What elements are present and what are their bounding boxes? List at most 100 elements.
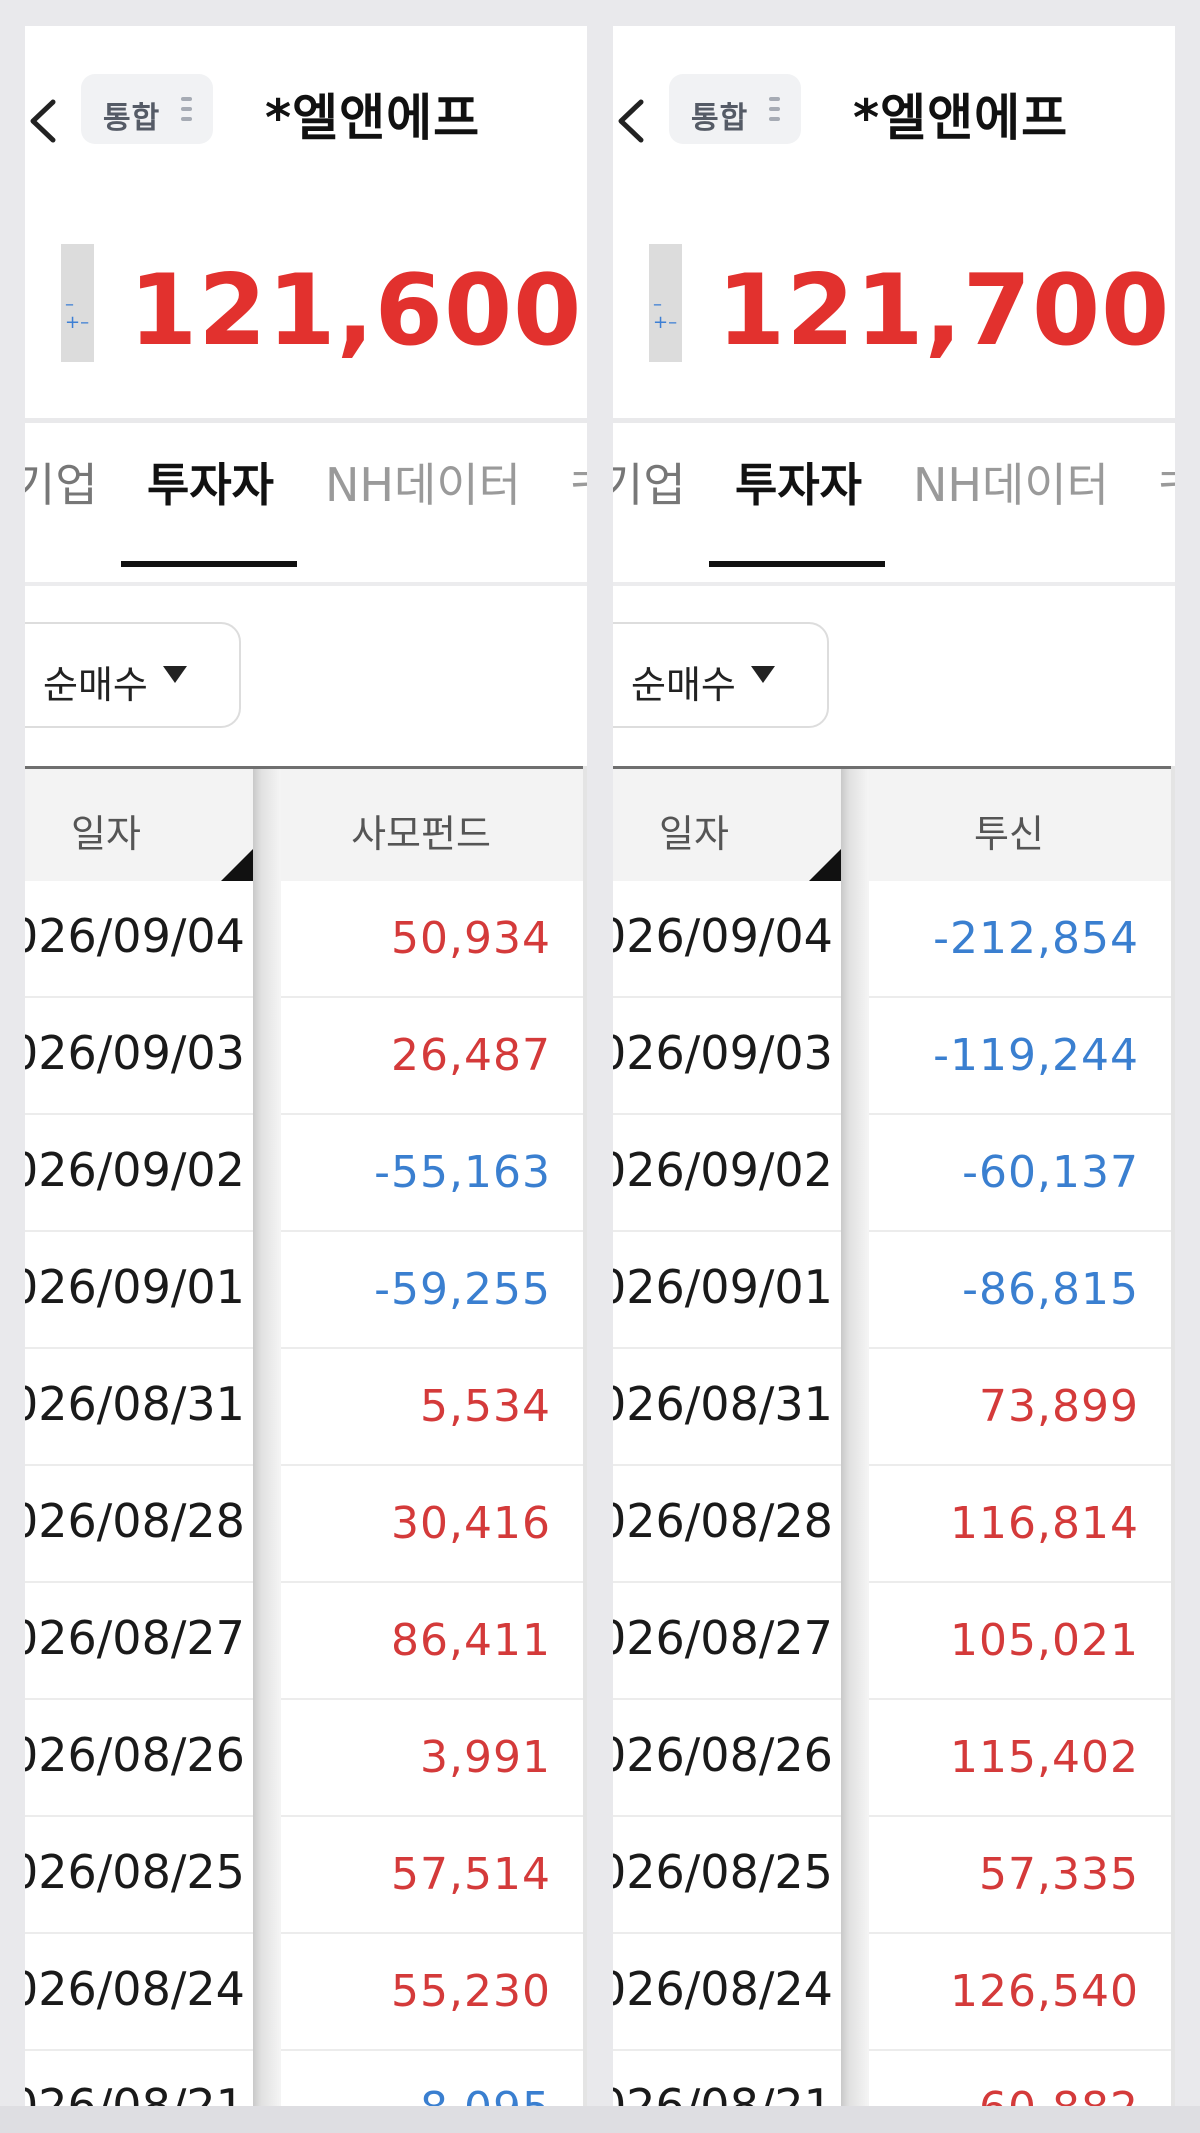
divider — [25, 418, 587, 423]
value-column-header[interactable]: 투신 — [869, 769, 1175, 881]
market-tag-button[interactable]: 통합 — [669, 74, 801, 144]
table-row[interactable]: 026/08/27 105,021 — [613, 1583, 1175, 1700]
date-column-header[interactable]: 일자 — [25, 769, 253, 881]
row-date: 026/09/03 — [613, 1026, 833, 1080]
stock-title: *엘앤에프 — [265, 89, 481, 147]
table-row[interactable]: 026/08/21 60,882 — [613, 2051, 1175, 2106]
stock-title: *엘앤에프 — [853, 89, 1069, 147]
tab-next[interactable]: ㅋ — [1153, 462, 1175, 508]
investor-table: 일자 사모펀드 026/09/04 50,934 026/09/03 26,487 02… — [25, 766, 587, 2106]
dropdown-label: 순매수 — [631, 663, 736, 707]
table-row[interactable]: 026/08/31 5,534 — [25, 1349, 587, 1466]
date-header-label: 일자 — [71, 812, 141, 856]
table-row[interactable]: 026/08/28 30,416 — [25, 1466, 587, 1583]
divider — [25, 582, 587, 586]
caret-down-icon — [163, 666, 187, 683]
chevron-left-icon — [618, 99, 644, 143]
row-value: -212,854 — [933, 913, 1139, 964]
row-date: 026/08/31 — [25, 1377, 245, 1431]
tab-company[interactable]: 기업 — [25, 462, 98, 508]
table-row[interactable]: 026/08/24 55,230 — [25, 1934, 587, 2051]
more-dots-icon — [181, 97, 193, 123]
table-row[interactable]: 026/09/04 50,934 — [25, 881, 587, 998]
net-buy-dropdown[interactable]: 순매수 — [25, 622, 241, 728]
row-date: 026/08/21 — [25, 2079, 245, 2106]
table-row[interactable]: 026/08/28 116,814 — [613, 1466, 1175, 1583]
sort-indicator-icon — [809, 849, 841, 881]
row-date: 026/08/26 — [25, 1728, 245, 1782]
table-row[interactable]: 026/08/24 126,540 — [613, 1934, 1175, 2051]
table-row[interactable]: 026/09/01 -59,255 — [25, 1232, 587, 1349]
row-value: -86,815 — [962, 1264, 1139, 1315]
row-value: 50,934 — [391, 913, 551, 964]
tab-investor[interactable]: 투자자 — [147, 462, 274, 508]
row-date: 026/09/04 — [613, 909, 833, 963]
net-buy-dropdown[interactable]: 순매수 — [613, 622, 829, 728]
row-date: 026/09/04 — [25, 909, 245, 963]
row-date: 026/08/26 — [613, 1728, 833, 1782]
market-tag-button[interactable]: 통합 — [81, 74, 213, 144]
tab-nh-data[interactable]: NH데이터 — [325, 462, 521, 508]
tab-investor[interactable]: 투자자 — [735, 462, 862, 508]
row-date: 026/09/02 — [25, 1143, 245, 1197]
market-tag-label: 통합 — [691, 101, 749, 136]
row-value: -60,137 — [962, 1147, 1139, 1198]
back-button[interactable] — [25, 96, 59, 146]
right-panel: 통합 *엘앤에프 –+– 121,700 기업 투자자 NH데이터 ㅋ 순매수 … — [613, 26, 1175, 2106]
more-dots-icon — [769, 97, 781, 123]
table-row[interactable]: 026/09/03 -119,244 — [613, 998, 1175, 1115]
row-value: 86,411 — [391, 1615, 551, 1666]
row-date: 026/08/27 — [613, 1611, 833, 1665]
row-value: -119,244 — [933, 1030, 1139, 1081]
tab-company[interactable]: 기업 — [613, 462, 686, 508]
table-row[interactable]: 026/09/02 -60,137 — [613, 1115, 1175, 1232]
table-row[interactable]: 026/08/27 86,411 — [25, 1583, 587, 1700]
row-value: 5,534 — [420, 1381, 551, 1432]
row-date: 026/09/02 — [613, 1143, 833, 1197]
row-value: -8,095 — [281, 2083, 551, 2106]
chevron-left-icon — [30, 99, 56, 143]
table-row[interactable]: 026/09/04 -212,854 — [613, 881, 1175, 998]
current-price: 121,700 — [717, 254, 1171, 368]
active-tab-indicator — [709, 561, 885, 567]
sort-indicator-icon — [221, 849, 253, 881]
row-value: 105,021 — [950, 1615, 1139, 1666]
row-value: 3,991 — [420, 1732, 551, 1783]
row-date: 026/08/31 — [613, 1377, 833, 1431]
table-row[interactable]: 026/08/26 3,991 — [25, 1700, 587, 1817]
tab-next[interactable]: ㅋ — [565, 462, 587, 508]
row-value: 26,487 — [391, 1030, 551, 1081]
row-date: 026/09/01 — [25, 1260, 245, 1314]
row-date: 026/08/25 — [25, 1845, 245, 1899]
row-date: 026/09/01 — [613, 1260, 833, 1314]
table-row[interactable]: 026/08/26 115,402 — [613, 1700, 1175, 1817]
value-header-label: 투신 — [974, 812, 1044, 856]
table-row[interactable]: 026/09/01 -86,815 — [613, 1232, 1175, 1349]
table-row[interactable]: 026/08/25 57,514 — [25, 1817, 587, 1934]
price-flag-icon: –+– — [649, 244, 682, 362]
row-value: 30,416 — [391, 1498, 551, 1549]
row-value: 73,899 — [979, 1381, 1139, 1432]
table-row[interactable]: 026/08/21 -8,095 — [25, 2051, 587, 2106]
value-column-header[interactable]: 사모펀드 — [281, 769, 587, 881]
market-tag-label: 통합 — [103, 101, 161, 136]
caret-down-icon — [751, 666, 775, 683]
row-date: 026/08/24 — [25, 1962, 245, 2016]
scroll-edge — [1171, 766, 1175, 2106]
tab-nh-data[interactable]: NH데이터 — [913, 462, 1109, 508]
active-tab-indicator — [121, 561, 297, 567]
table-row[interactable]: 026/09/03 26,487 — [25, 998, 587, 1115]
row-value: 115,402 — [950, 1732, 1139, 1783]
date-column-header[interactable]: 일자 — [613, 769, 841, 881]
bottom-edge — [0, 2106, 1200, 2133]
table-row[interactable]: 026/09/02 -55,163 — [25, 1115, 587, 1232]
row-value: 116,814 — [950, 1498, 1139, 1549]
back-button[interactable] — [613, 96, 647, 146]
row-date: 026/08/28 — [25, 1494, 245, 1548]
row-value: 55,230 — [391, 1966, 551, 2017]
table-row[interactable]: 026/08/25 57,335 — [613, 1817, 1175, 1934]
row-date: 026/08/21 — [613, 2079, 833, 2106]
row-value: -55,163 — [374, 1147, 551, 1198]
row-date: 026/08/25 — [613, 1845, 833, 1899]
table-row[interactable]: 026/08/31 73,899 — [613, 1349, 1175, 1466]
